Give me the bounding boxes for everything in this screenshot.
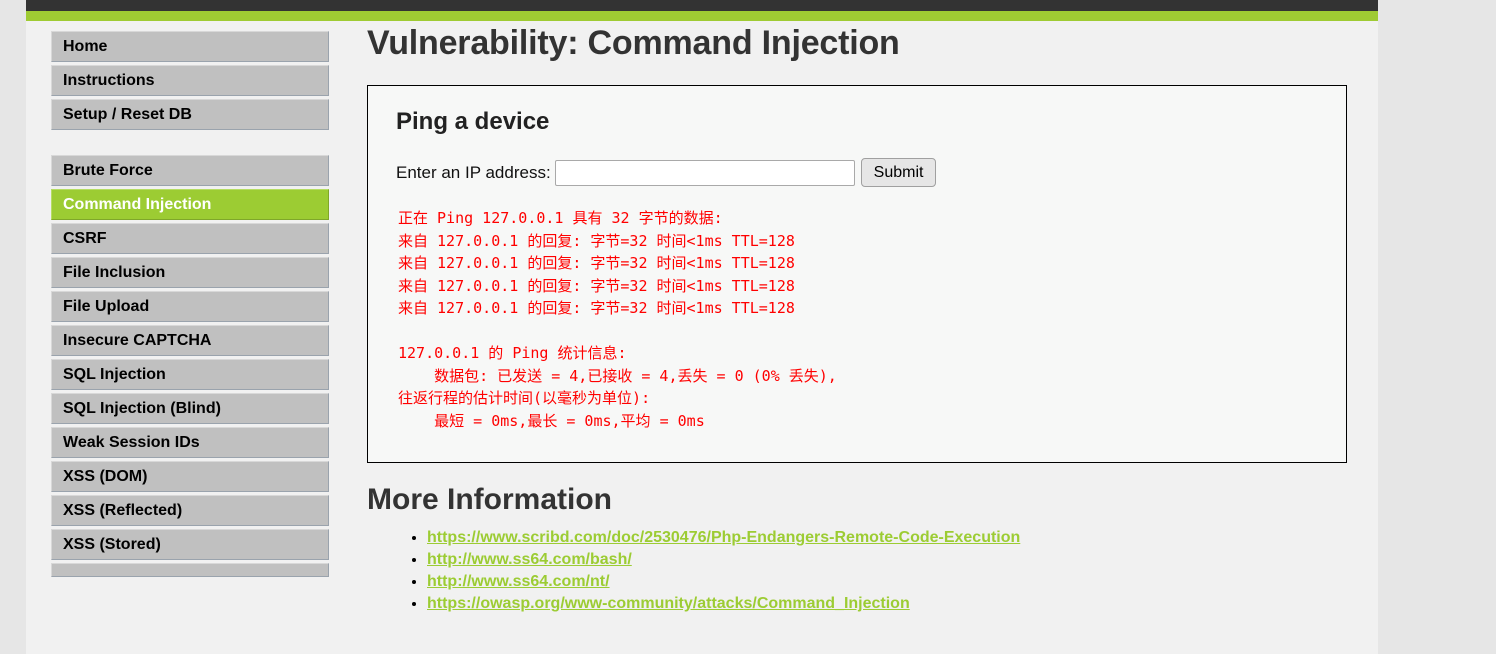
vulnerability-box: Ping a device Enter an IP address: Submi…	[367, 85, 1347, 463]
info-link-ss64-bash[interactable]: http://www.ss64.com/bash/	[427, 551, 632, 568]
sidebar-item-insecure-captcha[interactable]: Insecure CAPTCHA	[51, 325, 329, 356]
sidebar-item-partial-cutoff[interactable]	[51, 563, 329, 577]
sidebar-item-weak-session-ids[interactable]: Weak Session IDs	[51, 427, 329, 458]
more-information-heading: More Information	[367, 483, 612, 516]
more-information-link-list: https://www.scribd.com/doc/2530476/Php-E…	[367, 529, 1357, 613]
ping-output-text: 正在 Ping 127.0.0.1 具有 32 字节的数据: 来自 127.0.…	[398, 209, 837, 430]
submit-button[interactable]: Submit	[860, 158, 937, 187]
sidebar-item-file-inclusion[interactable]: File Inclusion	[51, 257, 329, 288]
sidebar-item-command-injection[interactable]: Command Injection	[51, 189, 329, 220]
page-container: Home Instructions Setup / Reset DB Brute…	[26, 0, 1378, 654]
list-item: https://www.scribd.com/doc/2530476/Php-E…	[427, 529, 1357, 547]
sidebar-item-sql-injection[interactable]: SQL Injection	[51, 359, 329, 390]
sidebar-group-vulnerabilities: Brute Force Command Injection CSRF File …	[51, 155, 329, 577]
sidebar-item-setup-reset-db[interactable]: Setup / Reset DB	[51, 99, 329, 130]
top-dark-bar	[26, 0, 1378, 11]
sidebar-item-brute-force[interactable]: Brute Force	[51, 155, 329, 186]
list-item: https://owasp.org/www-community/attacks/…	[427, 595, 1357, 613]
ip-address-input[interactable]	[554, 159, 855, 186]
sidebar-navigation: Home Instructions Setup / Reset DB Brute…	[51, 31, 329, 602]
sidebar-item-home[interactable]: Home	[51, 31, 329, 62]
sidebar-item-instructions[interactable]: Instructions	[51, 65, 329, 96]
sidebar-group-general: Home Instructions Setup / Reset DB	[51, 31, 329, 130]
top-green-accent-bar	[26, 11, 1378, 21]
list-item: http://www.ss64.com/nt/	[427, 573, 1357, 591]
list-item: http://www.ss64.com/bash/	[427, 551, 1357, 569]
sidebar-item-file-upload[interactable]: File Upload	[51, 291, 329, 322]
vuln-box-title: Ping a device	[396, 108, 550, 135]
sidebar-item-xss-dom[interactable]: XSS (DOM)	[51, 461, 329, 492]
sidebar-item-sql-injection-blind[interactable]: SQL Injection (Blind)	[51, 393, 329, 424]
page-title: Vulnerability: Command Injection	[367, 24, 900, 62]
info-link-ss64-nt[interactable]: http://www.ss64.com/nt/	[427, 573, 610, 590]
ip-address-label: Enter an IP address:	[396, 162, 551, 182]
sidebar-item-xss-reflected[interactable]: XSS (Reflected)	[51, 495, 329, 526]
main-content: Vulnerability: Command Injection Ping a …	[367, 24, 1357, 617]
info-link-scribd[interactable]: https://www.scribd.com/doc/2530476/Php-E…	[427, 529, 1020, 546]
sidebar-item-csrf[interactable]: CSRF	[51, 223, 329, 254]
ping-form: Enter an IP address: Submit	[396, 158, 1318, 187]
info-link-owasp[interactable]: https://owasp.org/www-community/attacks/…	[427, 595, 910, 612]
sidebar-item-xss-stored[interactable]: XSS (Stored)	[51, 529, 329, 560]
